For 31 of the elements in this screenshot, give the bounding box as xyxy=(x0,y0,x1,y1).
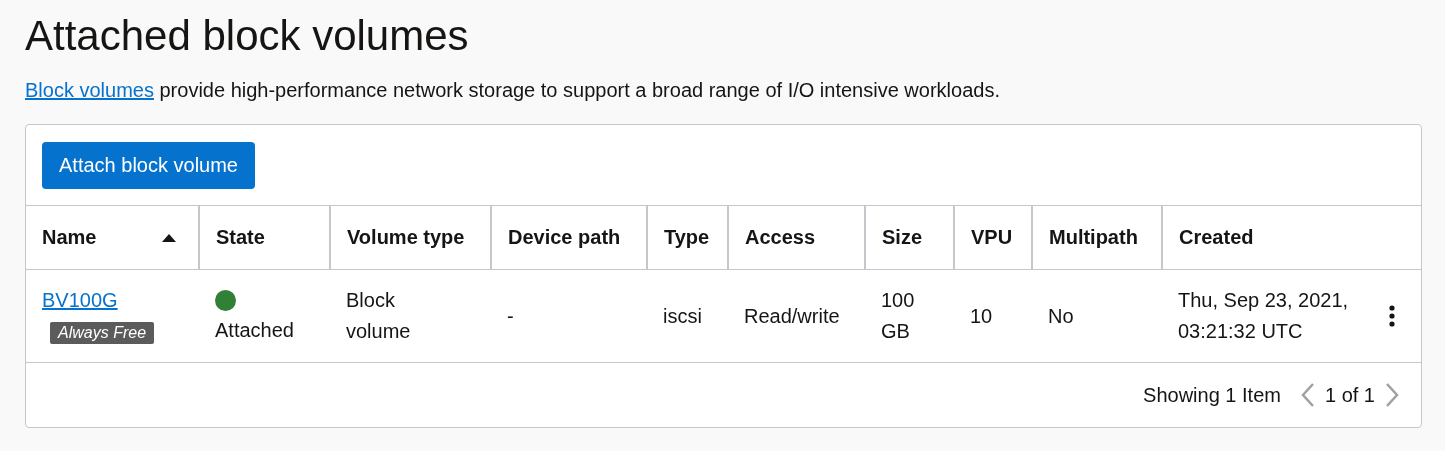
column-header[interactable]: Device path xyxy=(508,226,621,249)
table-cell-text: Read/write xyxy=(744,303,841,329)
page-indicator: 1 of 1 xyxy=(1324,383,1375,407)
table-cell: Attached xyxy=(215,319,294,341)
previous-page-icon[interactable] xyxy=(1300,382,1315,408)
table-cell-text: Thu, Sep 23, 2021, 03:21:32 UTC xyxy=(1178,288,1350,344)
table-cell-text: - xyxy=(507,303,515,329)
item-count: Showing 1 Item xyxy=(1143,383,1281,407)
column-header[interactable]: Volume type xyxy=(347,226,465,249)
column-header[interactable]: Type xyxy=(664,226,710,249)
sort-ascending-icon[interactable] xyxy=(162,233,176,242)
attach-button[interactable]: Attach block volume xyxy=(42,142,255,189)
page-title: Attached block volumes xyxy=(25,11,470,61)
column-header[interactable]: State xyxy=(216,226,265,249)
column-header[interactable]: Multipath xyxy=(1049,226,1138,249)
more-actions-icon[interactable] xyxy=(1389,305,1395,327)
column-header[interactable]: Access xyxy=(745,226,816,249)
block-volumes-link[interactable]: Block volumes xyxy=(25,79,154,101)
column-header[interactable]: Name xyxy=(42,226,97,249)
column-header[interactable]: Created xyxy=(1179,226,1254,249)
column-header[interactable]: Size xyxy=(882,226,923,249)
next-page-icon[interactable] xyxy=(1385,382,1399,408)
table-cell-text: 100 GB xyxy=(881,288,916,344)
table-cell-text: iscsi xyxy=(663,303,703,329)
description-text: Block volumes provide high-performance network storage to support a broad range of I/O intensive workloads. xyxy=(25,78,1001,103)
table-cell-text: Block volume xyxy=(346,288,412,344)
table-cell-text: 10 xyxy=(970,303,994,329)
volume-name-link[interactable]: BV100G xyxy=(42,289,118,311)
table-cell-text: No xyxy=(1048,303,1075,329)
always-free-badge: Always Free xyxy=(50,322,155,344)
column-header[interactable]: VPU xyxy=(971,226,1013,249)
